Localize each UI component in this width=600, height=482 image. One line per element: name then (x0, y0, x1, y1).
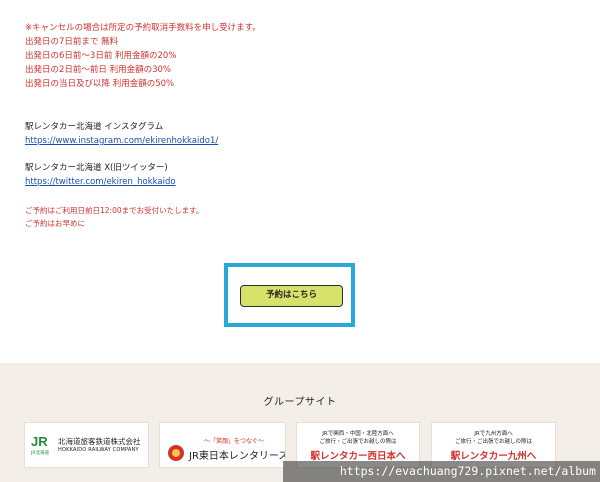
ekiren-west-line1: JRで関西・中国・北陸方面へ (322, 431, 394, 437)
notice-line: 出発日の7日前まで 無料 (25, 37, 119, 47)
mascot-icon (168, 445, 184, 461)
notice-line: 出発日の当日及び以降 利用金額の50% (25, 79, 175, 89)
instagram-link[interactable]: https://www.instagram.com/ekirenhokkaido… (25, 134, 218, 148)
jr-east-title: JR東日本レンタリース (189, 451, 286, 462)
group-sites-title: グループサイト (263, 397, 337, 408)
ekiren-kyushu-line3: 駅レンタカー九州へ (450, 451, 537, 462)
reservation-note-line: ご予約はご利用日前日12:00までお受付いたします。 (25, 206, 204, 215)
jr-hokkaido-subtitle: HOKKAIDO RAILWAY COMPANY (58, 447, 139, 453)
watermark-bar: https://evachuang729.pixnet.net/album (283, 461, 600, 482)
instagram-title: 駅レンタカー北海道 インスタグラム (25, 122, 164, 132)
ekiren-west-line2: ご旅行・ご出張でお越しの際は (319, 439, 397, 445)
reservation-note: ご予約はご利用日前日12:00までお受付いたします。 ご予約はお早めに (25, 204, 203, 230)
reservation-note-line: ご予約はお早めに (25, 219, 85, 228)
ekiren-kyushu-line1: JRで九州方面へ (474, 431, 513, 437)
twitter-link[interactable]: https://twitter.com/ekiren_hokkaido (25, 175, 176, 189)
jr-hokkaido-banner[interactable]: JR JR北海道 北海道旅客鉄道株式会社 HOKKAIDO RAILWAY CO… (24, 422, 149, 468)
ekiren-kyushu-line2: ご旅行・ご出張でお越しの際は (454, 439, 532, 445)
notice-line: 出発日の6日前～3日前 利用金額の20% (25, 51, 177, 61)
reservation-button[interactable]: 予約はこちら (240, 285, 343, 307)
instagram-section: 駅レンタカー北海道 インスタグラム https://www.instagram.… (25, 120, 218, 148)
ekiren-west-line3: 駅レンタカー西日本へ (310, 451, 406, 462)
cancellation-notice: ※キャンセルの場合は所定の予約取消手数料を申し受けます。 出発日の7日前まで 無… (25, 21, 261, 91)
jr-hokkaido-title: 北海道旅客鉄道株式会社 (58, 437, 141, 446)
watermark-text: https://evachuang729.pixnet.net/album (339, 464, 596, 478)
jr-east-rentalease-banner[interactable]: ～「笑顔」をつなぐ～ JR東日本レンタリース (159, 422, 286, 468)
jr-logo-sub: JR北海道 (31, 451, 49, 456)
twitter-section: 駅レンタカー北海道 X(旧ツイッター) https://twitter.com/… (25, 161, 176, 189)
notice-line: ※キャンセルの場合は所定の予約取消手数料を申し受けます。 (25, 23, 261, 33)
jr-east-tagline: ～「笑顔」をつなぐ～ (204, 438, 265, 445)
notice-line: 出発日の2日前～前日 利用金額の30% (25, 65, 172, 75)
twitter-title: 駅レンタカー北海道 X(旧ツイッター) (25, 163, 168, 173)
reservation-cta-highlight: 予約はこちら (224, 263, 355, 327)
